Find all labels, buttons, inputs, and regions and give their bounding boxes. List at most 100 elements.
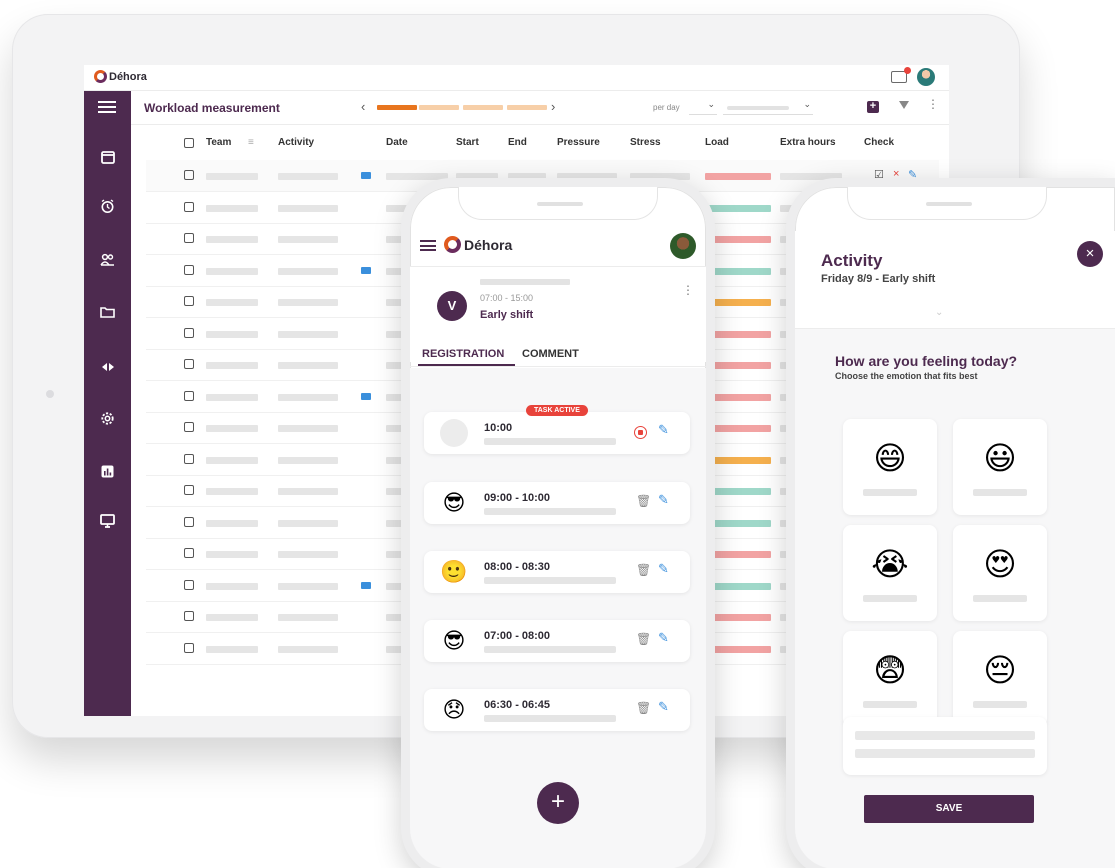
column-header-team[interactable]: Team [206,137,231,148]
cell-placeholder [206,645,258,653]
tab-registration[interactable]: REGISTRATION [422,348,504,360]
brand-logo[interactable]: Déhora [94,70,147,83]
folder-icon[interactable] [84,303,131,325]
edit-icon[interactable]: ✎ [658,492,669,508]
row-checkbox[interactable] [184,579,194,590]
registration-entry[interactable]: 😞 06:30 - 06:45 🗑 ✎ [424,689,690,731]
emotion-option[interactable]: 😍 [953,525,1047,621]
hamburger-icon[interactable] [98,101,116,113]
column-sort-icon[interactable]: ≡ [248,137,254,148]
entry-description-placeholder [484,508,616,515]
trash-icon[interactable]: 🗑 [636,494,651,508]
message-icon[interactable] [361,392,371,400]
column-header-check[interactable]: Check [864,137,894,148]
row-checkbox[interactable] [184,264,194,275]
message-icon[interactable] [361,266,371,274]
user-avatar[interactable] [670,233,696,259]
edit-icon[interactable]: ✎ [658,422,669,438]
chevron-left-icon[interactable]: ‹ [361,99,365,114]
activity-subtitle: Friday 8/9 - Early shift [821,273,936,285]
row-checkbox[interactable] [184,327,194,338]
chevron-down-icon[interactable]: ⌄ [935,307,943,318]
trash-icon[interactable]: 🗑 [636,632,651,646]
add-registration-button[interactable]: + [537,782,579,824]
emotion-option[interactable]: 😃 [953,419,1047,515]
emotion-option[interactable]: 😭 [843,525,937,621]
row-checkbox[interactable] [184,390,194,401]
cell-placeholder [278,173,338,180]
more-vertical-icon[interactable]: ⋮ [682,283,694,297]
emotion-label-placeholder [863,595,917,602]
row-checkbox[interactable] [184,611,194,621]
tab-comment[interactable]: COMMENT [522,348,579,360]
cell-placeholder [278,456,338,464]
calendar-icon[interactable] [84,149,131,171]
brand-logo[interactable]: Déhora [444,236,512,253]
mobile-app-bar: Déhora [410,227,706,267]
sidebar [84,91,131,716]
active-task-card[interactable]: TASK ACTIVE 10:00 ✎ [424,405,690,454]
comment-placeholder-line [855,749,1035,758]
edit-icon[interactable]: ✎ [658,630,669,646]
emotion-option[interactable]: 😄 [843,419,937,515]
emotion-placeholder [440,419,468,447]
hamburger-icon[interactable] [420,240,436,251]
period-select[interactable]: ⌄ [689,99,717,115]
column-header-activity[interactable]: Activity [278,137,314,148]
week-progress-segment[interactable] [463,105,503,110]
select-all-checkbox[interactable] [184,138,194,148]
column-header-load[interactable]: Load [705,137,729,148]
message-icon[interactable] [361,581,371,589]
trash-icon[interactable]: 🗑 [636,563,651,577]
team-select[interactable]: ⌄ [723,99,813,115]
row-checkbox[interactable] [184,359,194,369]
more-vertical-icon[interactable]: ⋮ [927,97,939,111]
row-checkbox[interactable] [184,296,194,306]
row-checkbox[interactable] [184,170,194,180]
filter-icon[interactable] [899,101,909,109]
registration-entry[interactable]: 😎 09:00 - 10:00 🗑 ✎ [424,482,690,524]
edit-icon[interactable]: ✎ [658,561,669,577]
emotion-option[interactable]: 😔 [953,631,1047,727]
emotion-option[interactable]: 😨 [843,631,937,727]
row-checkbox[interactable] [184,201,194,212]
registration-entry[interactable]: 🙂 08:00 - 08:30 🗑 ✎ [424,551,690,593]
code-arrows-icon[interactable] [84,357,131,379]
cell-placeholder [206,330,258,338]
trash-icon[interactable]: 🗑 [636,701,651,715]
save-button[interactable]: SAVE [864,795,1034,823]
cell-placeholder [278,425,338,432]
message-icon[interactable] [361,172,371,179]
row-checkbox[interactable] [184,548,194,558]
column-header-pressure[interactable]: Pressure [557,137,600,148]
row-checkbox[interactable] [184,516,194,527]
add-entry-button[interactable]: + [867,101,879,113]
period-select-label[interactable]: per day [653,103,680,112]
monitor-icon[interactable] [84,513,131,535]
row-checkbox[interactable] [184,485,194,495]
row-checkbox[interactable] [184,422,194,432]
registration-entry[interactable]: 😎 07:00 - 08:00 🗑 ✎ [424,620,690,662]
team-icon[interactable] [84,251,131,273]
chevron-right-icon[interactable]: › [551,99,555,114]
column-header-end[interactable]: End [508,137,527,148]
week-progress-active[interactable] [377,105,417,110]
column-header-extra-hours[interactable]: Extra hours [780,137,836,148]
column-header-date[interactable]: Date [386,137,408,148]
edit-icon[interactable]: ✎ [658,699,669,715]
week-progress-segment[interactable] [507,105,547,110]
analytics-icon[interactable] [84,463,131,485]
column-header-start[interactable]: Start [456,137,479,148]
user-avatar[interactable] [917,68,935,86]
comment-textarea[interactable] [843,717,1047,775]
alarm-clock-icon[interactable] [84,199,131,221]
row-checkbox[interactable] [184,642,194,653]
week-progress-segment[interactable] [419,105,459,110]
row-checkbox[interactable] [184,233,194,243]
column-header-stress[interactable]: Stress [630,137,661,148]
row-checkbox[interactable] [184,453,194,464]
stop-icon[interactable] [634,426,647,439]
settings-icon[interactable] [84,411,131,433]
close-icon[interactable]: × [1077,241,1103,267]
mail-icon[interactable] [891,67,911,83]
